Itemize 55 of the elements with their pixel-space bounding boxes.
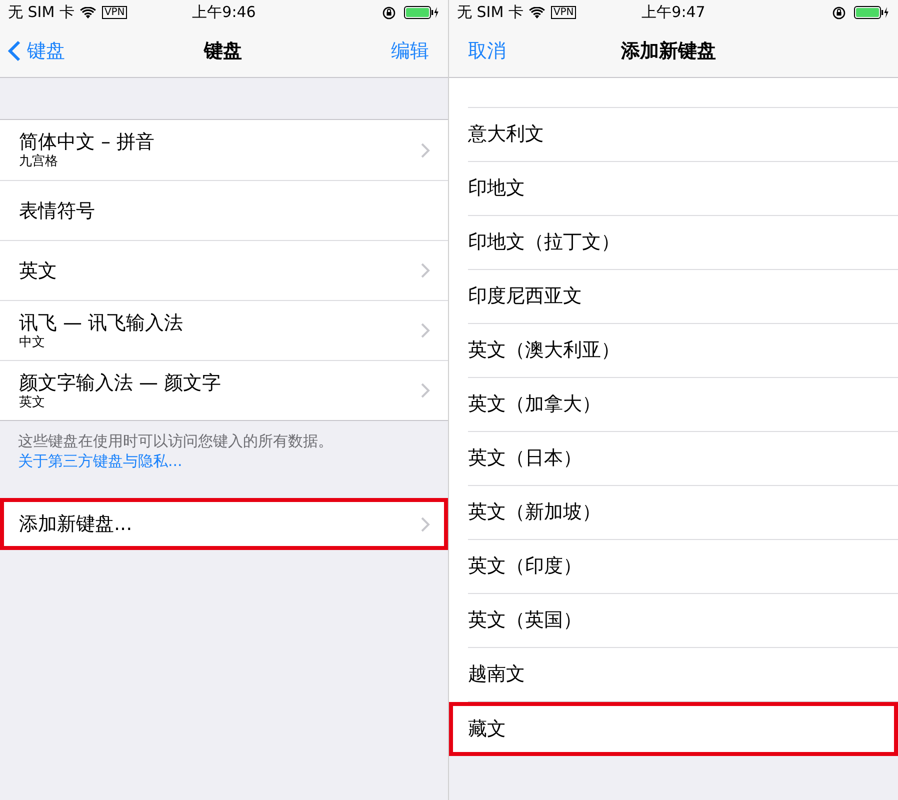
clock-time: 上午9:47 [640, 2, 706, 24]
vpn-badge: VPN [551, 6, 576, 19]
language-row[interactable]: 印度尼西亚文 [449, 270, 898, 324]
keyboard-row[interactable]: 英文 [0, 240, 448, 300]
language-row[interactable]: 印地文（拉丁文） [449, 216, 898, 270]
keyboard-subtitle: 九宫格 [19, 154, 59, 170]
rotation-lock-icon [832, 6, 846, 20]
add-keyboard-label: 添加新键盘... [19, 512, 134, 537]
privacy-note: 这些键盘在使用时可以访问您键入的所有数据。 关于第三方键盘与隐私... [17, 431, 334, 472]
language-name: 英文（英国） [468, 608, 582, 634]
language-row[interactable]: 意大利文 [449, 108, 898, 162]
battery-icon [854, 6, 890, 19]
keyboard-name: 讯飞 — 讯飞输入法 [19, 310, 184, 334]
vpn-badge: VPN [102, 6, 127, 19]
language-name: 意大利文 [468, 122, 544, 148]
language-name: 英文（澳大利亚） [468, 338, 620, 364]
keyboard-name: 简体中文 – 拼音 [19, 130, 156, 154]
keyboard-subtitle: 英文 [19, 394, 46, 410]
language-name: 印度尼西亚文 [468, 284, 582, 310]
language-name: 英文（印度） [468, 554, 582, 580]
wifi-icon [80, 6, 96, 18]
keyboard-subtitle: 中文 [19, 334, 46, 350]
language-name: 印地文（拉丁文） [468, 230, 620, 256]
language-name: 英文（日本） [468, 446, 582, 472]
language-name: 英文（新加坡） [468, 500, 601, 526]
language-name: 藏文 [468, 716, 506, 742]
language-row[interactable]: 英文（印度） [449, 540, 898, 594]
rotation-lock-icon [382, 6, 396, 20]
language-row[interactable]: 藏文 [449, 702, 898, 756]
clock-time: 上午9:46 [191, 2, 257, 24]
language-name: 印地文 [468, 176, 525, 202]
carrier-label: 无 SIM 卡 [457, 2, 524, 24]
keyboard-name: 英文 [19, 258, 58, 282]
language-row[interactable]: 英文（新加坡） [449, 486, 898, 540]
keyboard-row[interactable]: 颜文字输入法 — 颜文字 英文 [0, 360, 448, 420]
language-name: 英文（加拿大） [468, 392, 601, 418]
language-row[interactable]: 英文（英国） [449, 594, 898, 648]
language-row[interactable]: 英文（加拿大） [449, 378, 898, 432]
nav-title: 键盘 [204, 38, 242, 64]
language-row[interactable]: 英文（日本） [449, 432, 898, 486]
battery-icon [404, 6, 440, 19]
language-row[interactable]: 越南文 [449, 648, 898, 702]
keyboard-name: 颜文字输入法 — 颜文字 [19, 370, 222, 394]
keyboard-row[interactable]: 简体中文 – 拼音 九宫格 [0, 120, 448, 180]
carrier-label: 无 SIM 卡 [8, 2, 74, 24]
nav-title: 添加新键盘 [621, 38, 716, 64]
wifi-icon [529, 6, 546, 18]
language-row[interactable]: 印地文 [449, 162, 898, 216]
keyboard-row[interactable]: 讯飞 — 讯飞输入法 中文 [0, 300, 448, 360]
add-keyboard-row[interactable]: 添加新键盘... [0, 498, 448, 550]
language-name: 越南文 [468, 662, 525, 688]
back-chevron-icon [8, 40, 21, 62]
keyboard-row[interactable]: 表情符号 [0, 180, 448, 240]
language-row[interactable]: 英文（澳大利亚） [449, 324, 898, 378]
keyboard-name: 表情符号 [19, 198, 96, 222]
